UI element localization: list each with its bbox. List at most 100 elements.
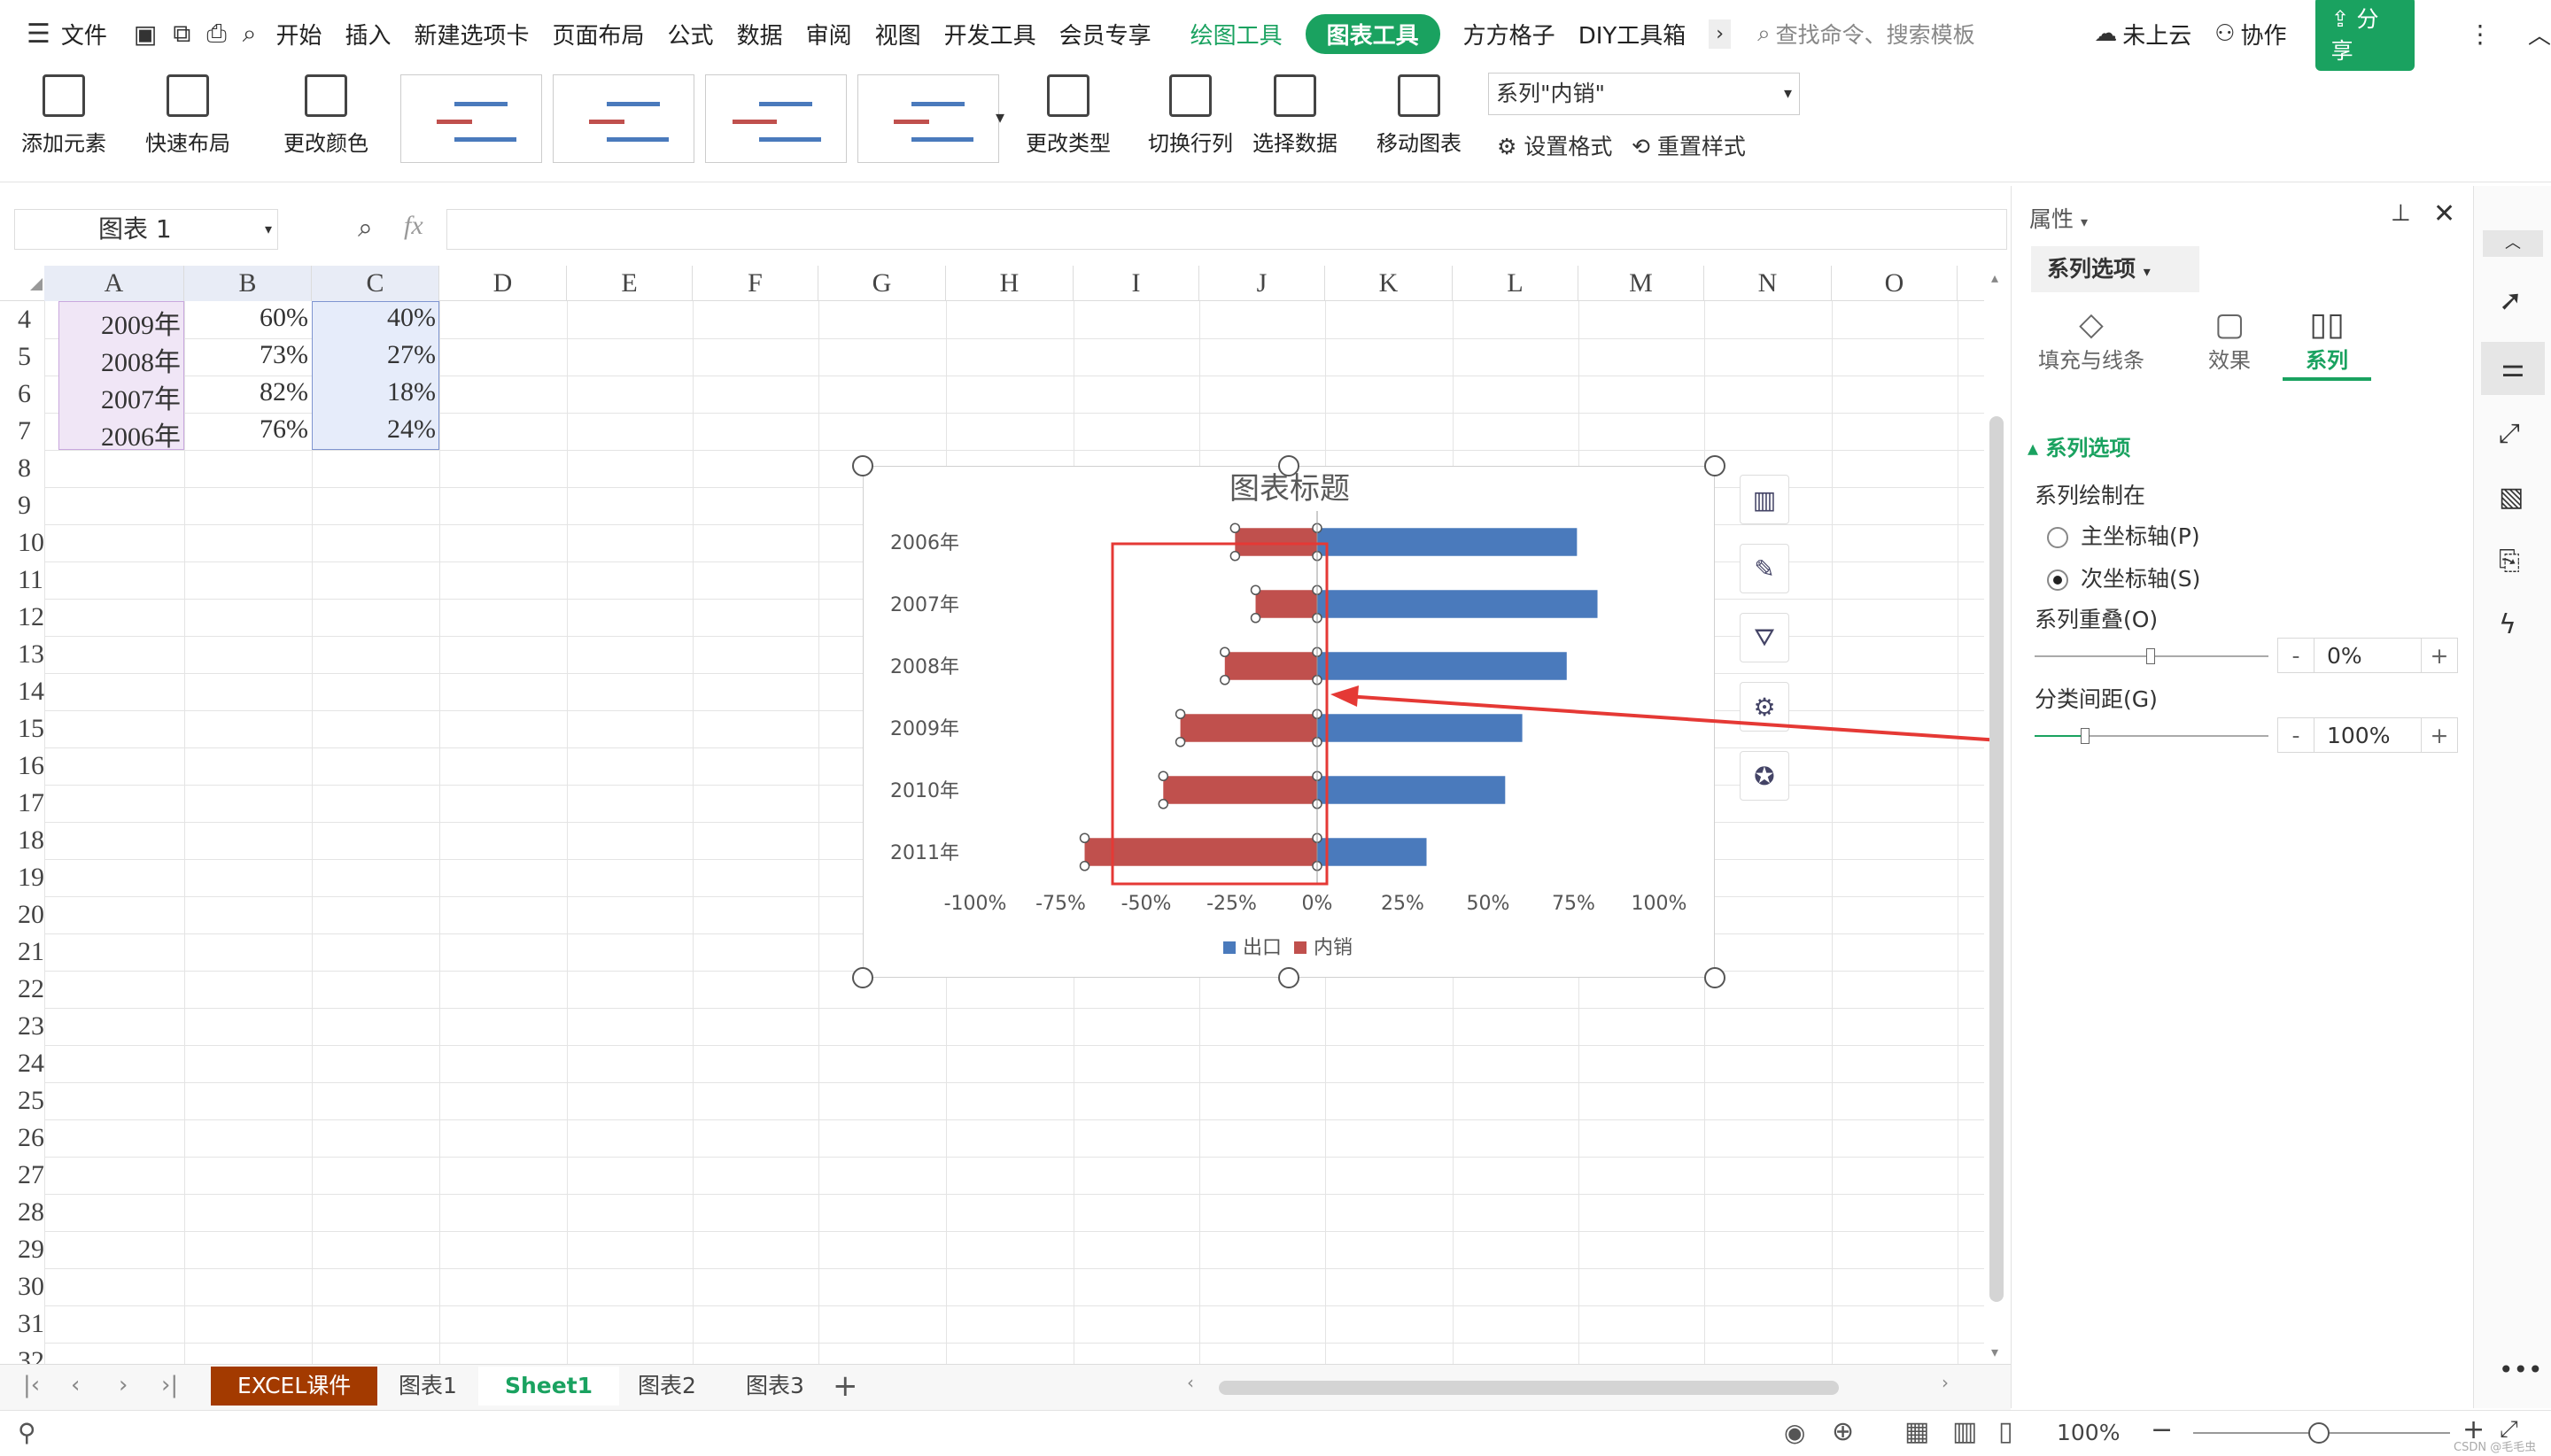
bar-domestic[interactable] [1235, 528, 1317, 556]
cell[interactable]: 60% [184, 303, 312, 333]
cell[interactable]: 73% [184, 340, 312, 370]
x-tick-label[interactable]: 50% [1467, 893, 1510, 915]
bar-export[interactable] [1317, 838, 1427, 866]
pin-icon[interactable]: ⊥ [2391, 200, 2411, 227]
row-header[interactable]: 25 [0, 1086, 44, 1116]
hamburger-icon[interactable]: ☰ [27, 19, 50, 50]
sheet-tab-chart2[interactable]: 图表2 [611, 1367, 723, 1406]
bar-selection-handle[interactable] [1229, 551, 1241, 561]
row-header[interactable]: 12 [0, 602, 44, 632]
column-header[interactable]: G [818, 266, 946, 301]
scroll-left-icon[interactable]: ‹ [1187, 1372, 1194, 1393]
row-header[interactable]: 11 [0, 565, 44, 595]
subtab-effects[interactable]: ▢ 效果 [2185, 306, 2274, 374]
fx-icon[interactable]: fx [404, 211, 423, 241]
x-tick-label[interactable]: 75% [1552, 893, 1595, 915]
cell[interactable]: 76% [184, 414, 312, 445]
x-tick-label[interactable]: 100% [1632, 893, 1687, 915]
chart-area[interactable]: 图表标题 2006年 2007年 2008年 2009年 2010年 2011年 -100% -… [863, 466, 1715, 978]
bar-domestic[interactable] [1163, 776, 1317, 804]
category-label[interactable]: 2011年 [890, 842, 959, 864]
reset-style-button[interactable]: ⟲ 重置样式 [1632, 129, 1746, 161]
bar-selection-handle[interactable] [1079, 833, 1090, 843]
search-icon[interactable]: ⌕ [1757, 20, 1771, 48]
rail-scroll-up-icon[interactable]: ︿ [2483, 230, 2543, 257]
menu-page-layout[interactable]: 页面布局 [553, 18, 645, 50]
menu-member[interactable]: 会员专享 [1059, 18, 1151, 50]
bar-export[interactable] [1317, 590, 1598, 618]
scroll-thumb[interactable] [1219, 1381, 1839, 1395]
macro-icon[interactable]: ⚲ [18, 1418, 36, 1447]
menu-insert[interactable]: 插入 [345, 18, 392, 50]
scroll-down-icon[interactable]: ▾ [1991, 1344, 1998, 1360]
legend-label[interactable]: 内销 [1314, 937, 1353, 959]
vscroll-thumb[interactable] [1989, 416, 2004, 1302]
row-header[interactable]: 30 [0, 1272, 44, 1302]
row-header[interactable]: 15 [0, 714, 44, 744]
overlap-slider[interactable] [2035, 648, 2268, 664]
add-sheet-icon[interactable]: + [833, 1368, 858, 1404]
menu-new-tab[interactable]: 新建选项卡 [415, 18, 530, 50]
gap-decrement[interactable]: - [2278, 723, 2314, 748]
chart-image-icon[interactable]: ▧ [2499, 482, 2524, 513]
bar-selection-handle[interactable] [1175, 737, 1186, 747]
zoom-slider[interactable] [2193, 1422, 2450, 1444]
save-icon[interactable]: ▣ [134, 19, 157, 49]
x-tick-label[interactable]: 0% [1302, 893, 1333, 915]
row-header[interactable]: 23 [0, 1011, 44, 1042]
bar-export[interactable] [1317, 776, 1506, 804]
column-header[interactable]: H [946, 266, 1074, 301]
properties-sliders-icon[interactable]: ⚌ [2481, 342, 2545, 395]
column-header[interactable]: B [184, 266, 312, 301]
column-header[interactable]: I [1074, 266, 1199, 301]
set-format-button[interactable]: ⚙ 设置格式 [1497, 129, 1612, 161]
legend-swatch[interactable] [1223, 941, 1236, 954]
sheet-tab-chart3[interactable]: 图表3 [719, 1367, 831, 1406]
series-select[interactable]: 系列"内销" ▾ [1488, 73, 1800, 115]
menu-home[interactable]: 开始 [275, 18, 322, 50]
bar-selection-handle[interactable] [1175, 709, 1186, 719]
x-tick-label[interactable]: -50% [1121, 893, 1172, 915]
row-header[interactable]: 7 [0, 416, 44, 446]
category-label[interactable]: 2008年 [890, 656, 959, 678]
row-header[interactable]: 13 [0, 639, 44, 670]
crosshair-icon[interactable]: ⊕ [1832, 1416, 1854, 1447]
bar-selection-handle[interactable] [1250, 613, 1261, 623]
column-header[interactable]: A [44, 266, 184, 301]
column-header[interactable]: J [1199, 266, 1325, 301]
row-header[interactable]: 26 [0, 1123, 44, 1153]
first-sheet-icon[interactable]: |‹ [23, 1372, 40, 1398]
rail-more-icon[interactable]: ••• [2499, 1355, 2543, 1384]
prev-sheet-icon[interactable]: ‹ [71, 1372, 80, 1398]
chart-style-3[interactable] [705, 74, 847, 163]
gap-slider[interactable] [2035, 728, 2268, 744]
cloud-status[interactable]: 未上云 [2122, 18, 2191, 50]
menu-diy[interactable]: DIY工具箱 [1578, 18, 1686, 50]
row-header[interactable]: 5 [0, 342, 44, 372]
export-icon[interactable]: ⧉ [173, 19, 190, 49]
row-header[interactable]: 19 [0, 863, 44, 893]
name-box[interactable]: 图表 1 ▾ [14, 209, 278, 250]
column-header[interactable]: F [693, 266, 818, 301]
category-label[interactable]: 2010年 [890, 780, 959, 802]
cell[interactable]: 40% [312, 303, 439, 333]
close-icon[interactable]: ✕ [2433, 198, 2455, 229]
row-header[interactable]: 16 [0, 751, 44, 781]
sheet-tab-sheet1[interactable]: Sheet1 [478, 1367, 620, 1406]
sheet-tab-chart1[interactable]: 图表1 [372, 1367, 484, 1406]
quick-layout-button[interactable]: 快速布局 [145, 74, 230, 157]
bar-selection-handle[interactable] [1158, 771, 1169, 781]
resize-handle-tr[interactable] [1704, 455, 1725, 476]
row-header[interactable]: 22 [0, 974, 44, 1004]
row-header[interactable]: 9 [0, 491, 44, 521]
print-icon[interactable]: ⎙ [206, 19, 226, 49]
column-header[interactable]: O [1832, 266, 1958, 301]
zoom-out-icon[interactable]: − [2151, 1414, 2173, 1445]
share-button[interactable]: ⇪ 分享 [2315, 0, 2415, 71]
menu-developer[interactable]: 开发工具 [944, 18, 1036, 50]
chart-elements-icon[interactable]: ▥ [1740, 475, 1789, 524]
zoom-slider-thumb[interactable] [2308, 1422, 2330, 1444]
overlap-spinner[interactable]: - 0% + [2277, 638, 2458, 673]
select-all-corner[interactable] [30, 278, 43, 290]
eye-protect-icon[interactable]: ◉ [1784, 1418, 1805, 1447]
